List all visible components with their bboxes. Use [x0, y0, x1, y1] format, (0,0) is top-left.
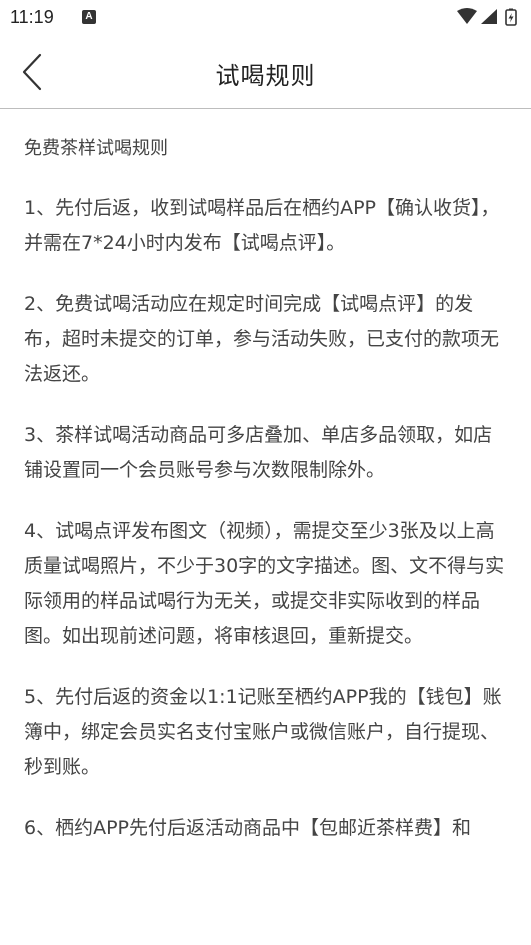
navigation-bar: 试喝规则: [0, 36, 531, 109]
rule-item-5: 5、先付后返的资金以1:1记账至栖约APP我的【钱包】账簿中，绑定会员实名支付宝…: [24, 686, 502, 778]
rule-item-6: 6、栖约APP先付后返活动商品中【包邮近茶样费】和: [24, 817, 472, 839]
rule-item-1: 1、先付后返，收到试喝样品后在栖约APP【确认收货】，并需在7*24小时内发布【…: [24, 197, 500, 254]
rule-item-3: 3、茶样试喝活动商品可多店叠加、单店多品领取，如店铺设置同一个会员账号参与次数限…: [24, 424, 493, 481]
cell-signal-icon: [481, 9, 497, 24]
rules-heading: 免费茶样试喝规则: [24, 138, 168, 159]
rules-list: 1、先付后返，收到试喝样品后在栖约APP【确认收货】，并需在7*24小时内发布【…: [24, 191, 508, 846]
status-time: 11:19: [10, 7, 54, 27]
rule-item-4: 4、试喝点评发布图文（视频），需提交至少3张及以上高质量试喝照片，不少于30字的…: [24, 520, 505, 647]
status-bar: 11:19 A: [0, 0, 531, 36]
status-icons: [455, 8, 525, 26]
notification-icon: A: [82, 10, 96, 24]
rules-content: 免费茶样试喝规则 1、先付后返，收到试喝样品后在栖约APP【确认收货】，并需在7…: [24, 109, 508, 846]
wifi-icon: [457, 8, 477, 24]
page-title: 试喝规则: [215, 62, 316, 90]
battery-icon: [505, 8, 517, 26]
rule-item-2: 2、免费试喝活动应在规定时间完成【试喝点评】的发布，超时未提交的订单，参与活动失…: [24, 293, 500, 385]
